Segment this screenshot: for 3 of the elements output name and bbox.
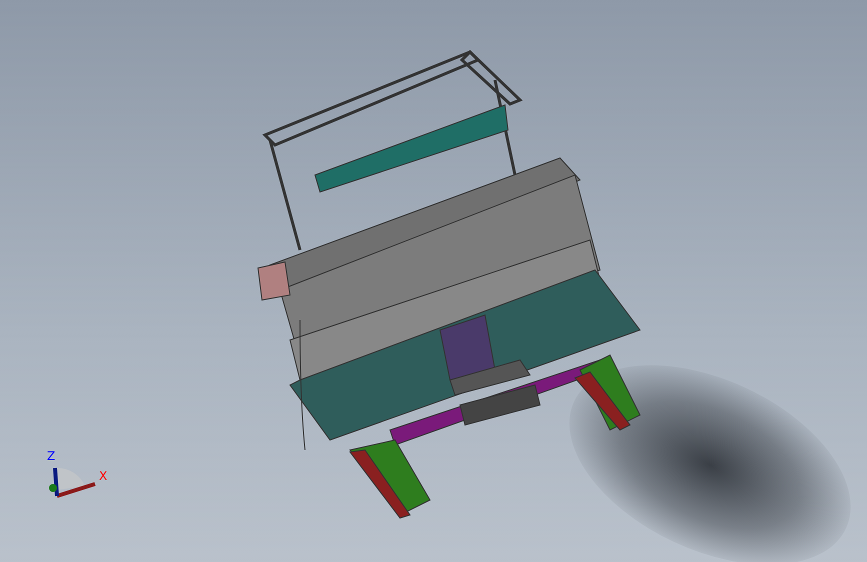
axis-triad-icon <box>48 466 96 498</box>
axis-label: Z <box>47 450 56 462</box>
axis-label: X <box>99 470 108 482</box>
